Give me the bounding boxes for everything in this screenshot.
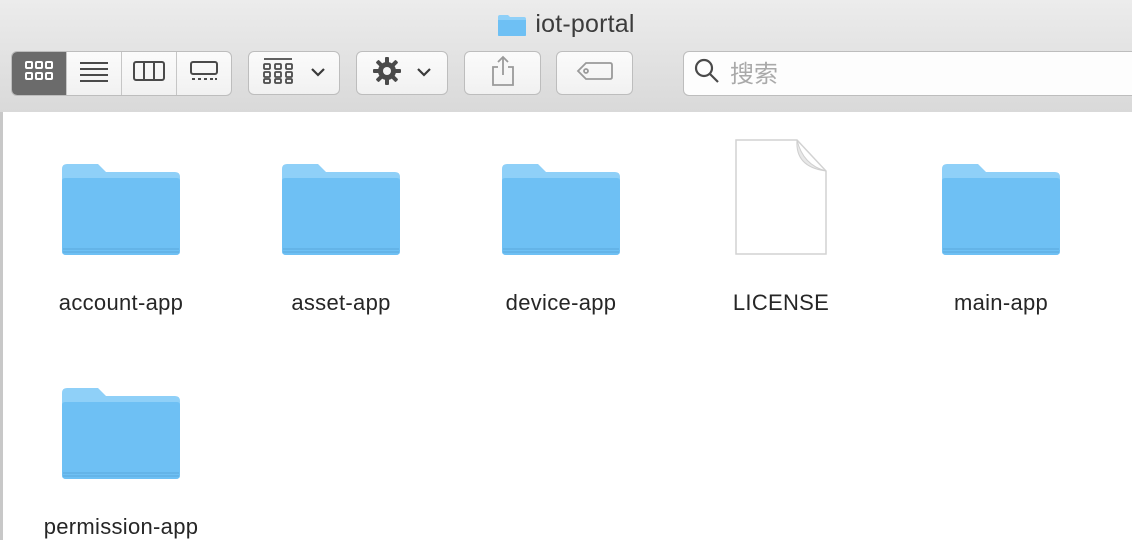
file-name: main-app [953,290,1049,315]
file-item-account-app[interactable]: account-app [11,132,231,316]
file-grid: account-app asset-app device-app LICENSE… [0,112,1132,540]
list-icon [79,60,109,87]
gear-icon [372,56,402,91]
group-by-button[interactable] [248,51,340,95]
title-bar: iot-portal [0,0,1132,113]
file-item-asset-app[interactable]: asset-app [231,132,451,316]
file-item-device-app[interactable]: device-app [451,132,671,316]
file-item-permission-app[interactable]: permission-app [11,356,231,540]
file-name: LICENSE [732,290,830,315]
search-field[interactable] [683,51,1132,96]
window-title: iot-portal [0,10,1132,39]
share-button[interactable] [464,51,541,95]
folder-icon [940,161,1062,262]
action-menu-button[interactable] [356,51,448,95]
file-item-main-app[interactable]: main-app [891,132,1111,316]
folder-icon [500,161,622,262]
folder-icon [497,13,527,37]
document-icon [733,137,829,262]
window-title-text: iot-portal [535,10,635,38]
file-name: account-app [58,290,184,315]
file-name: device-app [505,290,617,315]
file-name: asset-app [291,290,391,315]
folder-icon [280,161,402,262]
file-item-license[interactable]: LICENSE [671,132,891,316]
tag-icon [576,61,614,86]
icon-view-button[interactable] [12,52,67,95]
tags-button[interactable] [556,51,633,95]
folder-icon [60,161,182,262]
columns-icon [133,60,165,87]
search-input[interactable] [728,58,1112,89]
grid-icon [24,60,54,87]
group-by-icon [262,57,296,90]
chevron-down-icon [416,64,432,82]
search-icon [694,58,720,89]
column-view-button[interactable] [122,52,177,95]
folder-icon [60,385,182,486]
toolbar [0,51,1132,99]
gallery-view-button[interactable] [177,52,231,95]
view-mode-selector [11,51,232,96]
gallery-icon [189,60,219,87]
file-name: permission-app [43,514,199,539]
finder-window: iot-portal 搜索 account-app asset-app devi… [0,0,1132,540]
chevron-down-icon [310,64,326,82]
share-icon [490,55,516,92]
list-view-button[interactable] [67,52,122,95]
